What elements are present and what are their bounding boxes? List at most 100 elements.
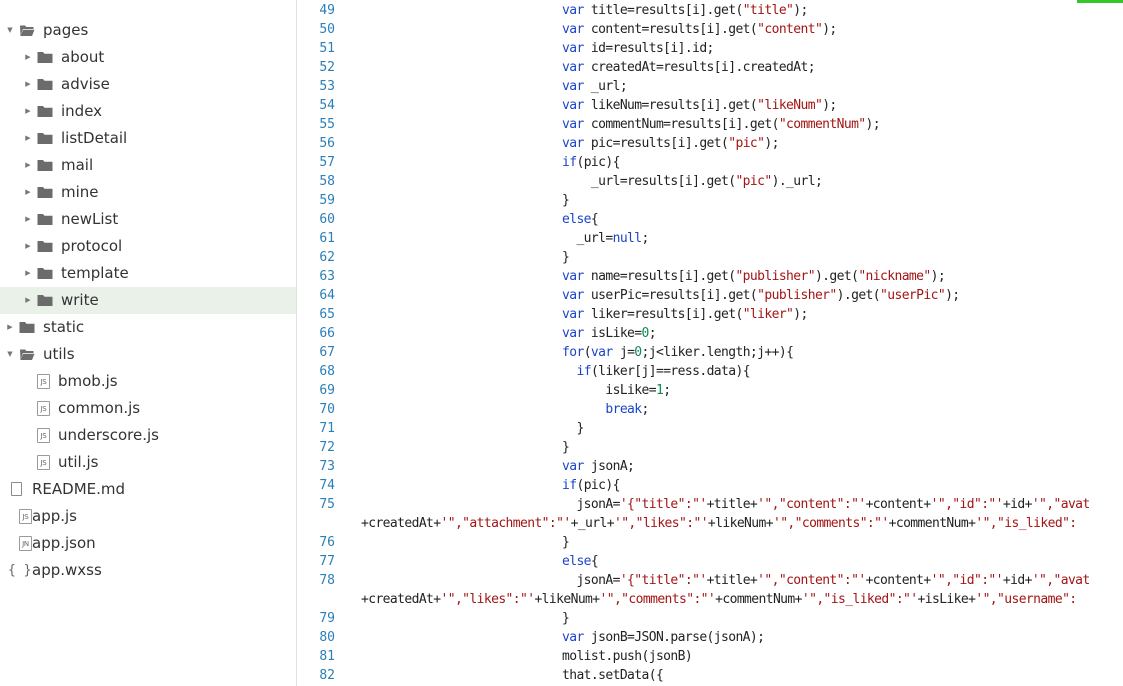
code-line[interactable]: 61 _url=null; <box>297 229 1123 248</box>
tree-item-index[interactable]: ▶ index <box>0 98 296 125</box>
code-token: pic=results[i].get( <box>583 136 729 151</box>
tree-item-mail[interactable]: ▶ mail <box>0 152 296 179</box>
tree-item-about[interactable]: ▶ about <box>0 44 296 71</box>
string-token: "pic" <box>735 174 772 189</box>
line-number: 54 <box>319 98 335 113</box>
code-line[interactable]: 64 var userPic=results[i].get("publisher"… <box>297 286 1123 305</box>
code-token: { <box>590 554 599 569</box>
code-line-wrapped[interactable]: +createdAt+'","likes":"'+likeNum+'","com… <box>297 590 1123 609</box>
code-line[interactable]: 79} <box>297 609 1123 628</box>
code-lines[interactable]: 49 var title=results[i].get("title"); 50 va… <box>297 1 1123 685</box>
tree-item-write[interactable]: ▶ write <box>0 287 296 314</box>
chevron-right-icon[interactable]: ▶ <box>23 206 33 233</box>
code-line[interactable]: 71 } <box>297 419 1123 438</box>
line-number: 64 <box>319 288 335 303</box>
code-line[interactable]: 73 var jsonA; <box>297 457 1123 476</box>
tree-item-pages[interactable]: ▼ pages <box>0 17 296 44</box>
line-number: 71 <box>319 421 335 436</box>
code-line[interactable]: 52 var createdAt=results[i].createdAt; <box>297 58 1123 77</box>
chevron-right-icon[interactable]: ▶ <box>23 44 33 71</box>
tree-item-underscore-js[interactable]: JS underscore.js <box>0 422 296 449</box>
chevron-right-icon[interactable]: ▶ <box>5 314 15 341</box>
code-line[interactable]: 57 if(pic){ <box>297 153 1123 172</box>
tree-item-app-js[interactable]: JS app.js <box>0 503 296 530</box>
code-line[interactable]: 62} <box>297 248 1123 267</box>
code-line[interactable]: 56 var pic=results[i].get("pic"); <box>297 134 1123 153</box>
chevron-right-icon[interactable]: ▶ <box>23 152 33 179</box>
keyword-token: else <box>562 554 592 569</box>
tree-item-app-json[interactable]: JN app.json <box>0 530 296 557</box>
code-line[interactable]: 49 var title=results[i].get("title"); <box>297 1 1123 20</box>
code-line[interactable]: 68 if(liker[j]==ress.data){ <box>297 362 1123 381</box>
code-token: } <box>562 421 584 436</box>
code-line[interactable]: 66 var isLike=0; <box>297 324 1123 343</box>
tree-item-utils[interactable]: ▼ utils <box>0 341 296 368</box>
code-token: )._url; <box>771 174 823 189</box>
code-line[interactable]: 76} <box>297 533 1123 552</box>
code-line[interactable]: 75 jsonA='{"title":"'+title+'","content"… <box>297 495 1123 514</box>
string-token: '","comments":"' <box>772 516 889 531</box>
chevron-right-icon[interactable]: ▶ <box>23 71 33 98</box>
tree-item-label: utils <box>43 345 75 363</box>
tree-item-app-wxss[interactable]: { } app.wxss <box>0 557 296 584</box>
tree-item-listdetail[interactable]: ▶ listDetail <box>0 125 296 152</box>
code-token: +_url+ <box>570 516 615 531</box>
code-line[interactable]: 55 var commentNum=results[i].get("comment… <box>297 115 1123 134</box>
string-token: '","content":"' <box>757 573 866 588</box>
string-token: "content" <box>757 22 823 37</box>
code-line[interactable]: 54 var likeNum=results[i].get("likeNum"); <box>297 96 1123 115</box>
line-number: 55 <box>319 117 335 132</box>
chevron-right-icon[interactable]: ▶ <box>23 125 33 152</box>
code-line[interactable]: 65 var liker=results[i].get("liker"); <box>297 305 1123 324</box>
tree-item-readme-md[interactable]: README.md <box>0 476 296 503</box>
code-line[interactable]: 60 else{ <box>297 210 1123 229</box>
code-line[interactable]: 80 var jsonB=JSON.parse(jsonA); <box>297 628 1123 647</box>
chevron-right-icon[interactable]: ▶ <box>23 179 33 206</box>
code-line[interactable]: 67 for(var j=0;j<liker.length;j++){ <box>297 343 1123 362</box>
chevron-right-icon[interactable]: ▶ <box>23 233 33 260</box>
tree-item-util-js[interactable]: JS util.js <box>0 449 296 476</box>
chevron-down-icon[interactable]: ▼ <box>5 17 15 44</box>
code-line[interactable]: 74 if(pic){ <box>297 476 1123 495</box>
tree-item-template[interactable]: ▶ template <box>0 260 296 287</box>
code-line[interactable]: 50 var content=results[i].get("content"); <box>297 20 1123 39</box>
code-line[interactable]: 58 _url=results[i].get("pic")._url; <box>297 172 1123 191</box>
chevron-right-icon[interactable]: ▶ <box>23 287 33 314</box>
tree-item-advise[interactable]: ▶ advise <box>0 71 296 98</box>
js-file-icon: JS <box>37 401 50 416</box>
code-line[interactable]: 51 var id=results[i].id; <box>297 39 1123 58</box>
keyword-token: var <box>562 98 584 113</box>
code-token: molist.push(jsonB) <box>562 649 693 664</box>
code-editor[interactable]: 49 var title=results[i].get("title"); 50 va… <box>297 0 1123 686</box>
string-token: "publisher" <box>757 288 837 303</box>
code-line[interactable]: 81 molist.push(jsonB) <box>297 647 1123 666</box>
code-token: isLike= <box>562 383 656 398</box>
chevron-right-icon[interactable]: ▶ <box>23 260 33 287</box>
string-token: '","attachment":"' <box>440 516 572 531</box>
tree-item-protocol[interactable]: ▶ protocol <box>0 233 296 260</box>
tree-item-common-js[interactable]: JS common.js <box>0 395 296 422</box>
tree-item-static[interactable]: ▶ static <box>0 314 296 341</box>
code-line[interactable]: 82 that.setData({ <box>297 666 1123 685</box>
tree-item-label: pages <box>43 21 89 39</box>
code-token: } <box>562 535 570 550</box>
code-text: molist.push(jsonB) <box>562 647 693 666</box>
chevron-right-icon[interactable]: ▶ <box>23 98 33 125</box>
code-token: ); <box>930 269 946 284</box>
text-file-icon <box>11 482 22 496</box>
code-line[interactable]: 63 var name=results[i].get("publisher").g… <box>297 267 1123 286</box>
code-token: ); <box>764 136 779 151</box>
keyword-token: var <box>562 459 584 474</box>
tree-item-newlist[interactable]: ▶ newList <box>0 206 296 233</box>
code-line[interactable]: 59} <box>297 191 1123 210</box>
code-line[interactable]: 72} <box>297 438 1123 457</box>
code-line-wrapped[interactable]: +createdAt+'","attachment":"'+_url+'","l… <box>297 514 1123 533</box>
code-line[interactable]: 53 var _url; <box>297 77 1123 96</box>
chevron-down-icon[interactable]: ▼ <box>5 341 15 368</box>
code-line[interactable]: 77 else{ <box>297 552 1123 571</box>
tree-item-bmob-js[interactable]: JS bmob.js <box>0 368 296 395</box>
code-line[interactable]: 70 break; <box>297 400 1123 419</box>
code-line[interactable]: 69 isLike=1; <box>297 381 1123 400</box>
code-line[interactable]: 78 jsonA='{"title":"'+title+'","content"… <box>297 571 1123 590</box>
tree-item-mine[interactable]: ▶ mine <box>0 179 296 206</box>
